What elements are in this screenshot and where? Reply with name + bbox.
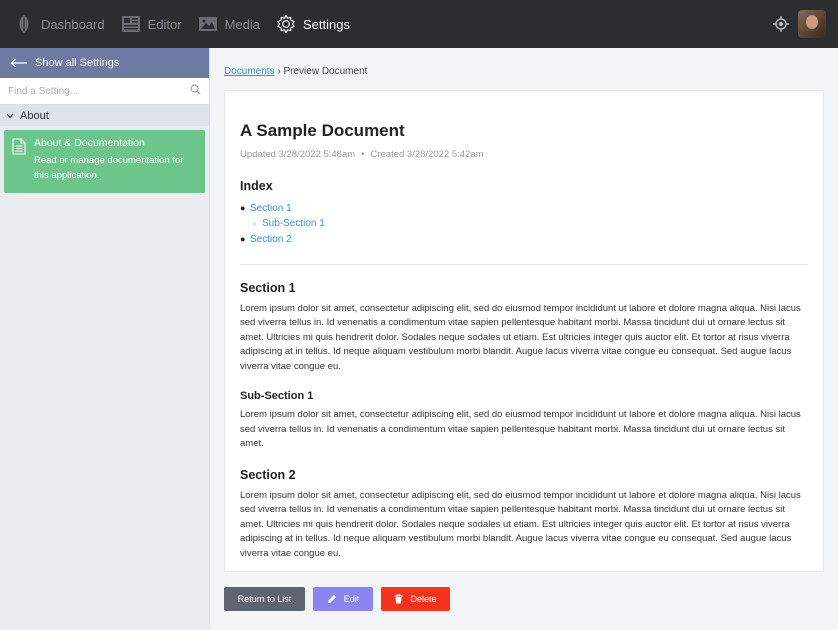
gear-icon <box>276 14 296 34</box>
nav-media-label: Media <box>224 16 260 32</box>
nav-editor[interactable]: Editor <box>113 0 190 48</box>
action-buttons: Return to List Edit Delete <box>224 587 458 611</box>
top-right-controls <box>772 10 826 38</box>
edit-button-label: Edit <box>343 594 360 604</box>
meta-separator: • <box>361 149 365 160</box>
settings-search-input[interactable] <box>8 85 190 97</box>
section-body: Lorem ipsum dolor sit amet, consectetur … <box>240 489 801 559</box>
settings-sidebar: Show all Settings About About & Document… <box>0 48 210 630</box>
breadcrumb: Documents › Preview Document <box>224 66 367 77</box>
arrow-left-icon <box>10 55 28 71</box>
section-heading: Section 2 <box>240 467 296 482</box>
updated-timestamp: Updated 3/28/2022 5:48am <box>240 149 356 160</box>
index-link-section-2[interactable]: Section 2 <box>250 234 292 245</box>
nav-dashboard[interactable]: Dashboard <box>0 0 113 48</box>
nav-settings-label: Settings <box>303 16 350 32</box>
about-card-description: Read or manage documentation for this ap… <box>34 155 184 181</box>
delete-button-label: Delete <box>410 594 437 604</box>
top-nav: Dashboard Editor Media Settings <box>0 0 838 48</box>
edit-button[interactable]: Edit <box>313 587 373 611</box>
pencil-icon <box>327 594 337 604</box>
document-preview: A Sample Document Updated 3/28/2022 5:48… <box>224 90 824 572</box>
index-link-section-1[interactable]: Section 1 <box>250 203 292 214</box>
return-to-list-button[interactable]: Return to List <box>224 587 305 611</box>
crosshair-icon[interactable] <box>772 15 790 33</box>
about-group-label: About <box>20 109 49 122</box>
page-title: A Sample Document <box>240 121 405 140</box>
about-card-text: About & Documentation Read or manage doc… <box>34 137 197 193</box>
breadcrumb-separator: › <box>277 66 281 77</box>
trash-icon <box>394 594 403 604</box>
nav-media[interactable]: Media <box>190 0 268 48</box>
return-button-label: Return to List <box>237 594 292 604</box>
index-link-subsection-1[interactable]: Sub-Section 1 <box>262 218 325 229</box>
nav-settings[interactable]: Settings <box>268 0 358 48</box>
nav-dashboard-label: Dashboard <box>41 16 105 32</box>
avatar[interactable] <box>798 10 826 38</box>
subsection-body: Lorem ipsum dolor sit amet, consectetur … <box>240 409 801 449</box>
about-card-title: About & Documentation <box>34 137 145 149</box>
document-index: Index ● Section 1 ○ Sub-Section 1 ● Section… <box>240 179 808 248</box>
breadcrumb-documents-link[interactable]: Documents <box>224 66 275 77</box>
delete-button[interactable]: Delete <box>381 587 450 611</box>
divider <box>240 263 808 265</box>
created-timestamp: Created 3/28/2022 5:42am <box>370 149 484 160</box>
index-item: ● Section 2 <box>240 234 292 245</box>
document-meta: Updated 3/28/2022 5:48am • Created 3/28/20… <box>240 149 808 160</box>
search-icon[interactable] <box>190 82 201 100</box>
index-title: Index <box>240 179 273 193</box>
document-icon <box>12 137 26 193</box>
breadcrumb-current: Preview Document <box>283 66 368 77</box>
leaf-icon <box>14 14 34 34</box>
section-body: Lorem ipsum dolor sit amet, consectetur … <box>240 302 801 372</box>
index-item: ○ Sub-Section 1 <box>252 217 325 229</box>
settings-search <box>0 78 209 105</box>
section-heading: Section 1 <box>240 280 296 295</box>
nav-editor-label: Editor <box>147 16 182 32</box>
image-icon <box>198 14 218 34</box>
about-documentation-card[interactable]: About & Documentation Read or manage doc… <box>4 130 205 193</box>
newspaper-icon <box>121 14 141 34</box>
about-group-header[interactable]: About <box>0 105 209 126</box>
chevron-down-icon <box>6 111 14 121</box>
show-all-label: Show all Settings <box>35 57 120 69</box>
subsection-heading: Sub-Section 1 <box>240 390 314 402</box>
show-all-settings-button[interactable]: Show all Settings <box>0 48 209 78</box>
index-item: ● Section 1 <box>240 203 292 214</box>
